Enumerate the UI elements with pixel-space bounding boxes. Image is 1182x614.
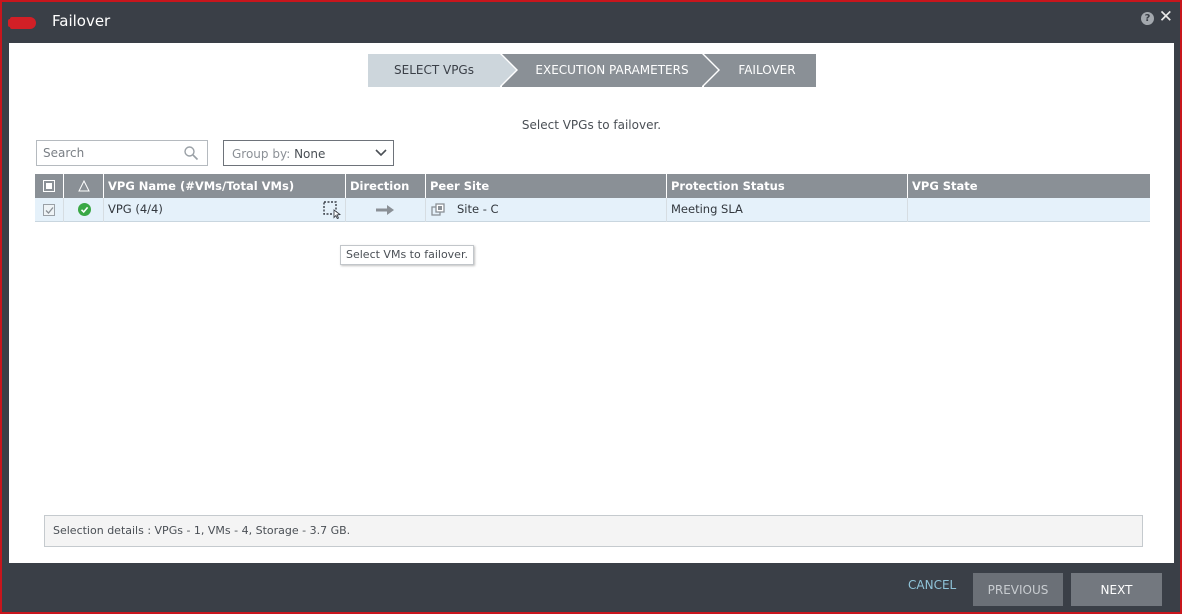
wizard-step-execution-parameters: EXECUTION PARAMETERS — [502, 54, 718, 87]
row-select-cell — [35, 198, 64, 222]
row-direction — [346, 198, 426, 222]
check-circle-icon — [78, 203, 91, 216]
select-all-header — [35, 174, 64, 198]
group-by-select[interactable]: Group by: None — [223, 140, 394, 166]
alert-column-header — [64, 174, 104, 198]
brand-logo-icon — [8, 17, 36, 29]
search-icon[interactable] — [183, 145, 199, 161]
chevron-down-icon — [375, 149, 387, 157]
dialog-title: Failover — [52, 12, 111, 30]
arrow-right-icon — [376, 205, 394, 215]
next-button[interactable]: NEXT — [1071, 573, 1162, 606]
title-bar: Failover ? ✕ — [2, 2, 1180, 43]
failover-dialog: Failover ? ✕ SELECT VPGs EXECUTION PARAM… — [0, 0, 1182, 614]
wizard-step-failover: FAILOVER — [704, 54, 816, 87]
select-all-checkbox[interactable] — [43, 180, 55, 192]
search-input[interactable]: Search — [36, 140, 208, 166]
search-placeholder: Search — [43, 146, 85, 160]
group-by-label: Group by: None — [232, 147, 326, 161]
vpg-table: VPG Name (#VMs/Total VMs) Direction Peer… — [35, 174, 1150, 222]
selection-details: Selection details : VPGs - 1, VMs - 4, S… — [44, 515, 1143, 547]
column-header-vpg-state[interactable]: VPG State — [908, 174, 1150, 198]
warning-triangle-icon — [78, 180, 90, 192]
row-status-cell — [64, 198, 104, 222]
column-header-protection-status[interactable]: Protection Status — [667, 174, 908, 198]
column-header-peer-site[interactable]: Peer Site — [426, 174, 667, 198]
table-header: VPG Name (#VMs/Total VMs) Direction Peer… — [35, 174, 1150, 198]
dialog-content: SELECT VPGs EXECUTION PARAMETERS FAILOVE… — [9, 43, 1174, 563]
row-protection-status: Meeting SLA — [667, 198, 908, 222]
vpg-name-text: VPG (4/4) — [108, 202, 163, 216]
row-checkbox[interactable] — [43, 204, 55, 216]
tooltip: Select VMs to failover. — [340, 245, 474, 265]
previous-button[interactable]: PREVIOUS — [973, 573, 1063, 606]
row-vpg-state — [908, 198, 1150, 222]
row-vpg-name: VPG (4/4) — [104, 198, 346, 222]
select-vms-icon[interactable] — [323, 201, 341, 219]
table-row[interactable]: VPG (4/4) Site - C Meeting SLA — [35, 198, 1150, 222]
dialog-footer: CANCEL PREVIOUS NEXT — [2, 563, 1180, 612]
group-by-value: None — [294, 147, 326, 161]
close-icon[interactable]: ✕ — [1159, 7, 1173, 27]
row-peer-site: Site - C — [426, 198, 667, 222]
site-icon — [431, 203, 445, 216]
column-header-vpg-name[interactable]: VPG Name (#VMs/Total VMs) — [104, 174, 346, 198]
wizard-step-select-vpgs: SELECT VPGs — [368, 54, 516, 87]
column-header-direction[interactable]: Direction — [346, 174, 426, 198]
cancel-button[interactable]: CANCEL — [908, 578, 956, 592]
peer-site-text: Site - C — [457, 202, 499, 216]
help-icon[interactable]: ? — [1141, 12, 1154, 25]
instruction-text: Select VPGs to failover. — [521, 118, 662, 132]
